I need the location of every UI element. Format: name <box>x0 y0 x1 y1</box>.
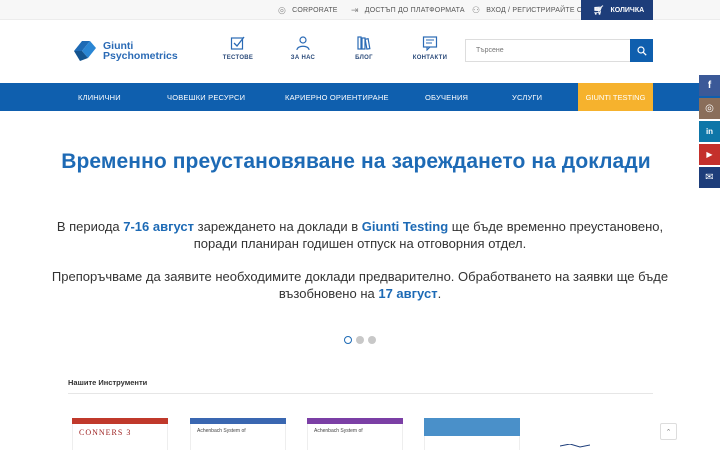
menu-item-career[interactable]: КАРИЕРНО ОРИЕНТИРАНЕ <box>285 83 389 111</box>
book-title: CONNERS 3 <box>79 428 132 437</box>
nav-tests[interactable]: ТЕСТОВЕ <box>208 35 268 61</box>
platform-access-label: ДОСТЪП ДО ПЛАТФОРМАТА <box>364 6 465 14</box>
p2-date: 17 август <box>378 286 438 301</box>
scroll-to-top-button[interactable]: ⌃ <box>660 423 677 440</box>
hero-paragraph-1: В периода 7-16 август зареждането на док… <box>40 218 680 252</box>
contact-form-icon <box>422 36 438 51</box>
instagram-icon[interactable]: ◎ <box>699 98 720 119</box>
logo-mark-icon <box>72 38 98 64</box>
slider-dots <box>344 336 376 344</box>
p1-dates: 7-16 август <box>123 219 195 234</box>
chevron-up-icon: ⌃ <box>665 428 672 436</box>
nav-contacts-label: КОНТАКТИ <box>412 55 448 61</box>
nav-about-label: ЗА НАС <box>290 55 316 61</box>
login-register-label: ВХОД / РЕГИСТРИРАЙТЕ СЕ <box>486 6 588 14</box>
search-bar <box>465 39 653 62</box>
instrument-card-4[interactable] <box>424 418 520 450</box>
logo-text-line2: Psychometrics <box>103 50 178 62</box>
menu-item-services[interactable]: УСЛУГИ <box>512 83 542 111</box>
menu-item-clinical[interactable]: КЛИНИЧНИ <box>78 83 121 111</box>
user-icon: ⚇ <box>472 4 481 15</box>
user-icon <box>296 36 310 51</box>
search-icon <box>636 45 647 56</box>
slider-dot-2[interactable] <box>356 336 364 344</box>
menu-item-giunti-testing[interactable]: GIUNTI TESTING <box>578 83 653 111</box>
search-button[interactable] <box>630 39 653 62</box>
instrument-card-achenbach-1[interactable]: Achenbach System of <box>190 418 286 450</box>
instruments-divider <box>68 393 653 394</box>
instruments-heading: Нашите Инструменти <box>68 378 148 387</box>
platform-access-link[interactable]: ⇥ ДОСТЪП ДО ПЛАТФОРМАТА <box>351 0 465 20</box>
search-input[interactable] <box>465 39 630 62</box>
site-header: Giunti Psychometrics ТЕСТОВЕ ЗА НАС БЛОГ… <box>0 20 720 83</box>
book-title: Achenbach System of <box>197 428 246 434</box>
carousel-arrow-icon <box>560 444 590 448</box>
corporate-link[interactable]: ◎ CORPORATE <box>278 0 338 20</box>
slider-dot-1[interactable] <box>344 336 352 344</box>
facebook-icon[interactable]: f <box>699 75 720 96</box>
menu-item-trainings[interactable]: ОБУЧЕНИЯ <box>425 83 468 111</box>
corporate-label: CORPORATE <box>292 6 338 14</box>
cart-label: КОЛИЧКА <box>610 6 645 14</box>
p2-text-c: . <box>437 286 442 301</box>
p1-text-c: зареждането на доклади в <box>194 219 362 234</box>
top-utility-bar: ◎ CORPORATE ⇥ ДОСТЪП ДО ПЛАТФОРМАТА ⚇ ВХ… <box>0 0 720 20</box>
linkedin-icon[interactable]: in <box>699 121 720 142</box>
hero-title: Временно преустановяване на зареждането … <box>61 150 651 173</box>
p1-giunti-testing: Giunti Testing <box>361 219 449 234</box>
nav-tests-label: ТЕСТОВЕ <box>222 55 254 61</box>
nav-blog-label: БЛОГ <box>355 55 373 61</box>
cart-icon: 🛒︎ <box>593 4 605 15</box>
p2-text-a: Препоръчваме да заявите необходимите док… <box>51 269 669 301</box>
book-band <box>424 418 520 436</box>
cart-button[interactable]: 🛒︎ КОЛИЧКА <box>581 0 653 20</box>
giunti-logo[interactable]: Giunti Psychometrics <box>72 36 184 66</box>
instrument-card-achenbach-2[interactable]: Achenbach System of <box>307 418 403 450</box>
book-title: Achenbach System of <box>314 428 363 434</box>
nav-contacts[interactable]: КОНТАКТИ <box>400 35 460 61</box>
sign-in-icon: ⇥ <box>351 4 359 15</box>
instrument-card-conners[interactable]: CONNERS 3 <box>72 418 168 450</box>
hero-paragraph-2: Препоръчваме да заявите необходимите док… <box>40 268 680 302</box>
menu-item-hr[interactable]: ЧОВЕШКИ РЕСУРСИ <box>167 83 245 111</box>
nav-about[interactable]: ЗА НАС <box>273 35 333 61</box>
globe-icon: ◎ <box>278 4 287 15</box>
main-menu: КЛИНИЧНИ ЧОВЕШКИ РЕСУРСИ КАРИЕРНО ОРИЕНТ… <box>0 83 720 111</box>
nav-blog[interactable]: БЛОГ <box>334 35 394 61</box>
p1-text-a: В периода <box>56 219 124 234</box>
books-icon <box>357 36 371 50</box>
login-register-link[interactable]: ⚇ ВХОД / РЕГИСТРИРАЙТЕ СЕ <box>472 0 587 20</box>
slider-dot-3[interactable] <box>368 336 376 344</box>
check-box-icon <box>230 36 245 50</box>
